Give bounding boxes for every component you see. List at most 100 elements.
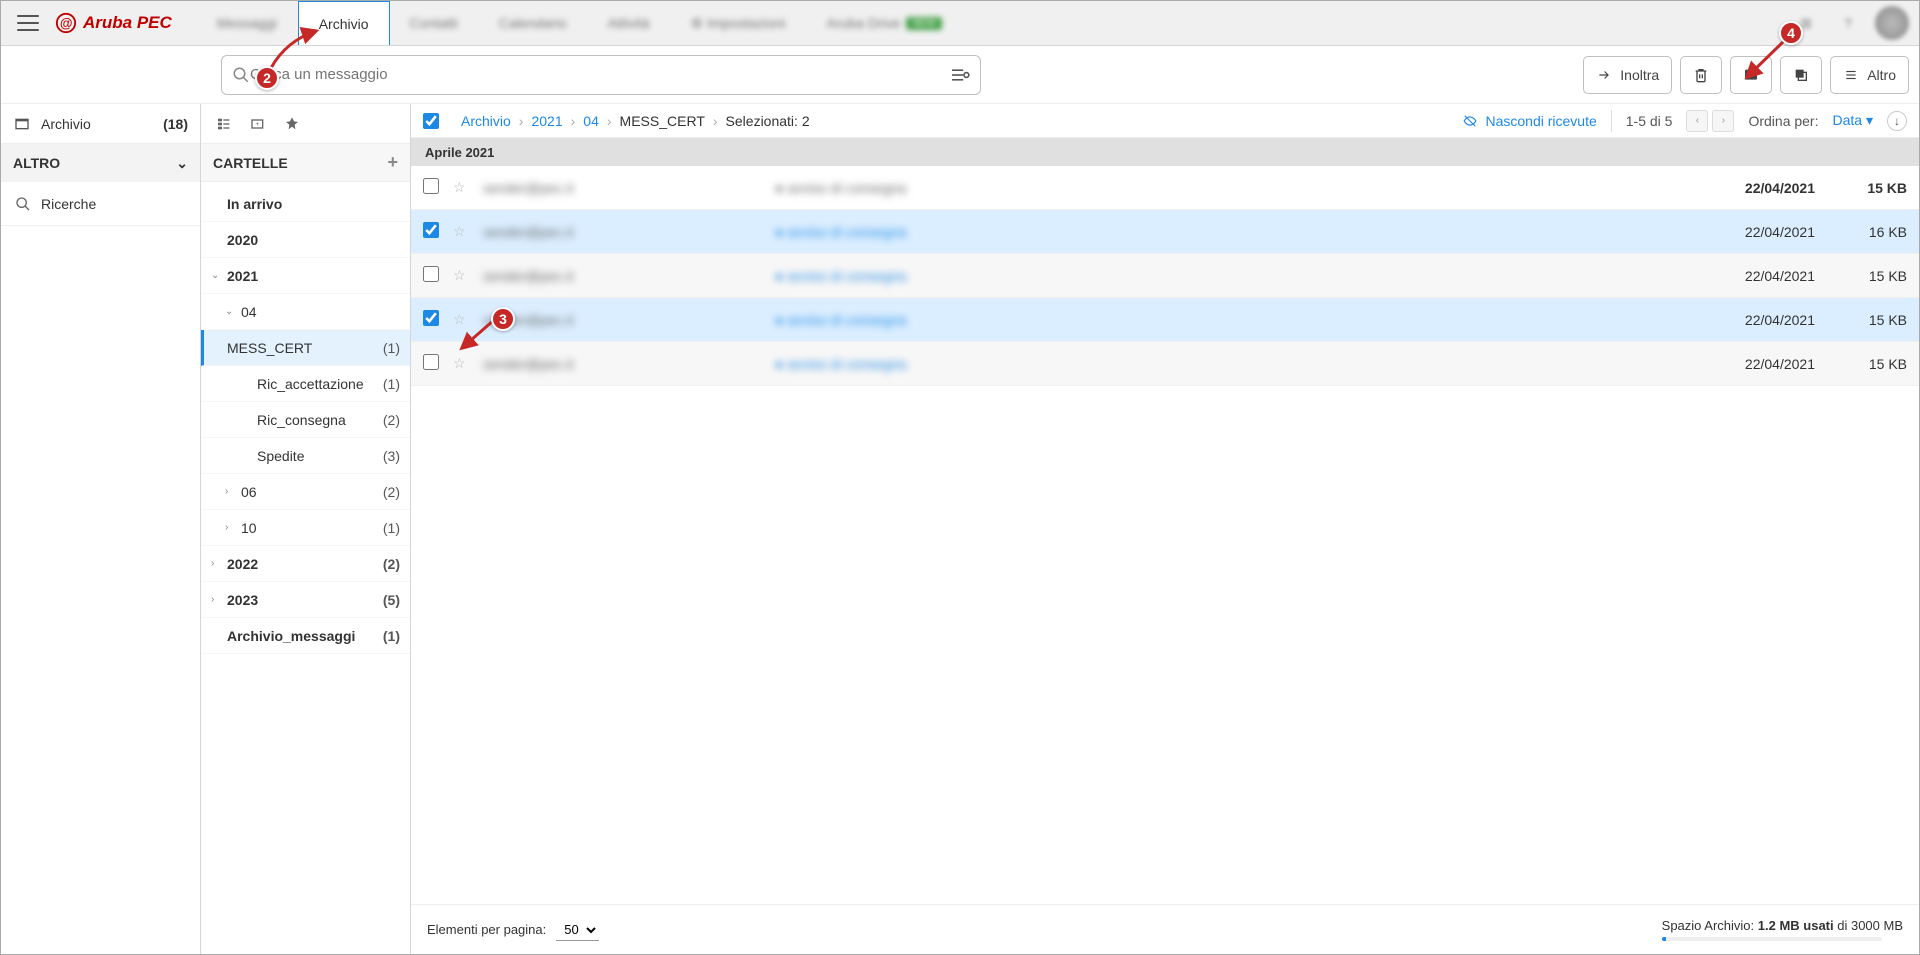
advanced-search-icon[interactable] <box>950 67 970 83</box>
folder-ric-accettazione[interactable]: Ric_accettazione(1) <box>201 366 410 402</box>
row-subject: ● avviso di consegna <box>775 356 1683 372</box>
row-subject: ● avviso di consegna <box>775 268 1683 284</box>
search-input[interactable] <box>250 66 950 83</box>
folder-2023[interactable]: › 2023 (5) <box>201 582 410 618</box>
row-date: 22/04/2021 <box>1695 312 1815 328</box>
page-prev-button[interactable]: ‹ <box>1686 110 1708 132</box>
message-row[interactable]: ☆sender@pec.it● avviso di consegna22/04/… <box>411 298 1919 342</box>
folder-2022[interactable]: ›2022(2) <box>201 546 410 582</box>
folder-ric-consegna[interactable]: Ric_consegna(2) <box>201 402 410 438</box>
crumb-selected: Selezionati: 2 <box>726 113 810 129</box>
star-icon[interactable]: ☆ <box>453 179 471 196</box>
folder-label: 2022 <box>227 556 377 572</box>
folder-10[interactable]: ›10(1) <box>201 510 410 546</box>
star-icon[interactable]: ☆ <box>453 223 471 240</box>
row-size: 16 KB <box>1827 224 1907 240</box>
message-row[interactable]: ☆sender@pec.it● avviso di consegna22/04/… <box>411 254 1919 298</box>
message-row[interactable]: ☆sender@pec.it● avviso di consegna22/04/… <box>411 166 1919 210</box>
folder-mess-cert[interactable]: MESS_CERT(1) <box>201 330 410 366</box>
per-page-select[interactable]: 50 <box>556 919 599 941</box>
annotation-4: 4 <box>1779 21 1803 45</box>
brand-logo: @ Aruba PEC <box>55 12 172 34</box>
crumb-archivio[interactable]: Archivio <box>461 113 511 129</box>
row-from: sender@pec.it <box>483 224 763 240</box>
crumb-2021[interactable]: 2021 <box>531 113 562 129</box>
eye-off-icon <box>1461 114 1479 128</box>
star-icon[interactable]: ☆ <box>453 355 471 372</box>
select-all-checkbox[interactable] <box>423 113 439 129</box>
row-size: 15 KB <box>1827 312 1907 328</box>
folders-header: CARTELLE + <box>201 144 410 182</box>
chevron-icon: › <box>211 594 221 605</box>
chevron-icon: ⌄ <box>211 270 221 281</box>
section-altro-header[interactable]: ALTRO ⌄ <box>1 144 200 182</box>
hide-receipts-toggle[interactable]: Nascondi ricevute <box>1461 113 1596 129</box>
folder-count: (5) <box>383 592 400 608</box>
row-date: 22/04/2021 <box>1695 180 1815 196</box>
user-avatar[interactable] <box>1875 6 1909 40</box>
archive-folder-icon <box>13 116 31 132</box>
folder-2020[interactable]: 2020 <box>201 222 410 258</box>
menu-hamburger-icon[interactable] <box>11 6 45 40</box>
page-info: 1-5 di 5 <box>1626 113 1673 129</box>
sidebar-archive-header[interactable]: Archivio (18) <box>1 104 200 144</box>
trash-icon <box>1693 66 1709 84</box>
tab-contatti[interactable]: Contatti <box>390 1 479 45</box>
row-checkbox[interactable] <box>423 354 439 370</box>
sidebar-item-ricerche[interactable]: Ricerche <box>1 182 200 226</box>
section-altro-label: ALTRO <box>13 155 60 171</box>
top-right: ⊞ ? <box>1791 6 1909 40</box>
tab-attivita[interactable]: Attività <box>587 1 670 45</box>
hide-receipts-label: Nascondi ricevute <box>1485 113 1596 129</box>
folder-count: (1) <box>383 520 400 536</box>
row-size: 15 KB <box>1827 356 1907 372</box>
row-checkbox[interactable] <box>423 222 439 238</box>
add-folder-icon[interactable]: + <box>387 152 398 173</box>
sort-direction-icon[interactable]: ↓ <box>1887 111 1907 131</box>
crumb-04[interactable]: 04 <box>583 113 599 129</box>
folder-label: 10 <box>241 520 377 536</box>
folder-label: 2023 <box>227 592 377 608</box>
folder-2021[interactable]: ⌄ 2021 <box>201 258 410 294</box>
search-icon <box>232 66 250 84</box>
left-sidebar: Archivio (18) ALTRO ⌄ Ricerche <box>1 104 201 954</box>
delete-button[interactable] <box>1680 56 1722 94</box>
folder-label: 2020 <box>227 232 394 248</box>
row-subject: ● avviso di consegna <box>775 224 1683 240</box>
help-icon[interactable]: ? <box>1833 8 1863 38</box>
pin-icon[interactable] <box>281 113 303 135</box>
star-icon[interactable]: ☆ <box>453 267 471 284</box>
arrow-right-icon <box>1596 68 1612 82</box>
folders-tree: In arrivo 2020 ⌄ 2021 ⌄04MESS_CERT(1)Ric_acc… <box>201 182 410 658</box>
annotation-3: 3 <box>491 307 515 331</box>
folder-label: 2021 <box>227 268 394 284</box>
folder-spedite[interactable]: Spedite(3) <box>201 438 410 474</box>
collapse-tree-icon[interactable] <box>213 113 235 135</box>
row-checkbox[interactable] <box>423 310 439 326</box>
footer-bar: Elementi per pagina: 50 Spazio Archivio:… <box>411 904 1919 954</box>
folder-in-arrivo[interactable]: In arrivo <box>201 186 410 222</box>
folder-archivio-messaggi[interactable]: Archivio_messaggi(1) <box>201 618 410 654</box>
new-folder-tree-icon[interactable]: + <box>247 113 269 135</box>
message-row[interactable]: ☆sender@pec.it● avviso di consegna22/04/… <box>411 210 1919 254</box>
row-checkbox[interactable] <box>423 266 439 282</box>
folders-sidebar: + CARTELLE + In arrivo 2020 ⌄ 2021 ⌄04MESS_C… <box>201 104 411 954</box>
page-next-button[interactable]: › <box>1712 110 1734 132</box>
folder-06[interactable]: ›06(2) <box>201 474 410 510</box>
folder-count: (1) <box>383 340 400 356</box>
body: Archivio (18) ALTRO ⌄ Ricerche + CARTELL… <box>1 104 1919 954</box>
folders-header-label: CARTELLE <box>213 155 288 171</box>
archive-label: Archivio <box>41 116 91 132</box>
message-row[interactable]: ☆sender@pec.it● avviso di consegna22/04/… <box>411 342 1919 386</box>
tab-impostazioni[interactable]: ⚙ Impostazioni <box>671 1 807 45</box>
row-date: 22/04/2021 <box>1695 356 1815 372</box>
annotation-4-arrow <box>1741 39 1791 84</box>
storage-info: Spazio Archivio: 1.2 MB usati di 3000 MB <box>1662 918 1903 941</box>
tab-drive[interactable]: Aruba Drive NEW <box>807 1 963 45</box>
sort-field-dropdown[interactable]: Data ▾ <box>1833 112 1874 129</box>
folder-04[interactable]: ⌄04 <box>201 294 410 330</box>
tab-calendario[interactable]: Calendario <box>479 1 588 45</box>
more-button[interactable]: Altro <box>1830 56 1909 94</box>
row-checkbox[interactable] <box>423 178 439 194</box>
forward-button[interactable]: Inoltra <box>1583 56 1672 94</box>
